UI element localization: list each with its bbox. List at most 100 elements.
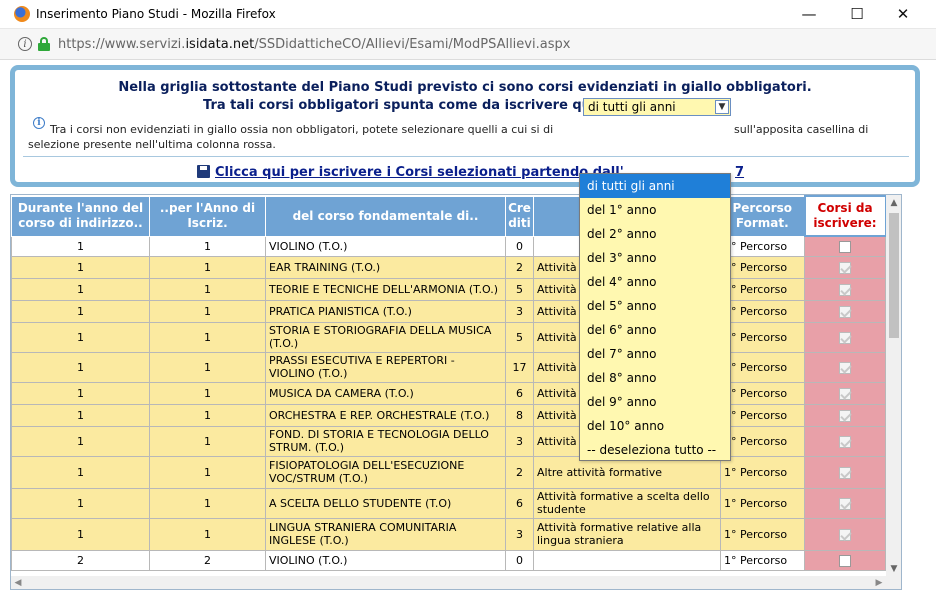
scroll-left-icon[interactable]: ◀ — [11, 576, 25, 589]
enroll-selected-link[interactable]: Clicca qui per iscrivere i Corsi selezio… — [215, 165, 624, 180]
cell-enrollment-year: 1 — [149, 255, 266, 279]
dropdown-option[interactable]: del 9° anno — [580, 390, 730, 414]
cell-credits: 0 — [505, 235, 534, 257]
dropdown-option[interactable]: del 10° anno — [580, 414, 730, 438]
enroll-checkbox-checked — [839, 435, 851, 448]
enroll-checkbox-checked — [839, 497, 851, 510]
table-body: 1 1 VIOLINO (T.O.) 0 1° Percorso 1 1 EAR TRAINI… — [11, 235, 886, 571]
scroll-right-icon[interactable]: ▶ — [872, 576, 886, 589]
year-select[interactable]: di tutti gli anni ▼ — [583, 98, 731, 116]
cell-course-name: FISIOPATOLOGIA DELL'ESECUZIONE VOC/STRUM… — [265, 455, 506, 489]
url-text[interactable]: https://www.servizi.isidata.net/SSDidatt… — [58, 37, 570, 52]
note-text-2: sull'apposita casellina di — [734, 123, 869, 136]
cell-training-path: 1° Percorso — [720, 255, 805, 279]
chevron-down-icon[interactable]: ▼ — [715, 100, 729, 114]
cell-enrollment-year: 1 — [149, 351, 266, 383]
cell-credits: 2 — [505, 455, 534, 489]
cell-enroll-checkbox — [804, 277, 886, 301]
cell-training-path: 1° Percorso — [720, 549, 805, 571]
table-row: 1 1 EAR TRAINING (T.O.) 2 Attività 1° Percors… — [11, 255, 886, 279]
cell-training-path: 1° Percorso — [720, 455, 805, 489]
cell-enrollment-year: 1 — [149, 517, 266, 551]
header-enrollment-year[interactable]: ..per l'Anno di Iscriz. — [149, 195, 266, 237]
cell-year-of-course: 1 — [11, 255, 150, 279]
study-plan-table: Durante l'anno del corso di indirizzo.. … — [11, 195, 887, 571]
table-row: 1 1 FISIOPATOLOGIA DELL'ESECUZIONE VOC/STR… — [11, 455, 886, 489]
cell-year-of-course: 1 — [11, 425, 150, 457]
window-edge — [924, 60, 936, 610]
cell-year-of-course: 1 — [11, 235, 150, 257]
cell-enroll-checkbox — [804, 299, 886, 323]
dropdown-option[interactable]: del 4° anno — [580, 270, 730, 294]
page-content: Nella griglia sottostante del Piano Stud… — [0, 60, 924, 610]
cell-year-of-course: 1 — [11, 517, 150, 551]
cell-enrollment-year: 1 — [149, 455, 266, 489]
save-icon[interactable] — [197, 165, 210, 178]
header-year-of-course[interactable]: Durante l'anno del corso di indirizzo.. — [11, 195, 150, 237]
dropdown-option[interactable]: del 8° anno — [580, 366, 730, 390]
dropdown-option[interactable]: del 6° anno — [580, 318, 730, 342]
enroll-checkbox-checked — [839, 305, 851, 318]
cell-course-name: PRATICA PIANISTICA (T.O.) — [265, 299, 506, 323]
header-training-path[interactable]: Percorso Format. — [720, 195, 805, 237]
cell-enrollment-year: 1 — [149, 235, 266, 257]
enroll-checkbox-checked — [839, 387, 851, 400]
cell-course-name: VIOLINO (T.O.) — [265, 235, 506, 257]
cell-credits: 0 — [505, 549, 534, 571]
cell-enrollment-year: 1 — [149, 299, 266, 323]
scroll-down-icon[interactable]: ▼ — [886, 561, 901, 577]
cell-credits: 8 — [505, 403, 534, 427]
enroll-checkbox[interactable] — [839, 554, 851, 567]
cell-year-of-course: 2 — [11, 549, 150, 571]
instructions-panel: Nella griglia sottostante del Piano Stud… — [10, 65, 920, 187]
enroll-checkbox[interactable] — [839, 240, 851, 253]
scroll-thumb[interactable] — [889, 213, 899, 338]
table-row: 1 1 LINGUA STRANIERA COMUNITARIA INGLESE (… — [11, 517, 886, 551]
header-credits[interactable]: Cre diti — [505, 195, 534, 237]
header-course-name[interactable]: del corso fondamentale di.. — [265, 195, 506, 237]
info-icon: i — [33, 117, 45, 129]
dropdown-option[interactable]: del 5° anno — [580, 294, 730, 318]
table-row: 1 1 PRASSI ESECUTIVA E REPERTORI - VIOLINO… — [11, 351, 886, 383]
cell-year-of-course: 1 — [11, 321, 150, 353]
address-bar[interactable]: i https://www.servizi.isidata.net/SSDida… — [0, 28, 936, 60]
dropdown-option[interactable]: del 7° anno — [580, 342, 730, 366]
close-button[interactable]: ✕ — [880, 0, 926, 28]
dropdown-option[interactable]: del 3° anno — [580, 246, 730, 270]
grid-vertical-scrollbar[interactable]: ▲ ▼ — [886, 195, 901, 577]
cell-training-path: 1° Percorso — [720, 351, 805, 383]
cell-credits: 3 — [505, 517, 534, 551]
cell-year-of-course: 1 — [11, 299, 150, 323]
table-row: 11A SCELTA DELLO STUDENTE (T.O) 6 Attività… — [11, 487, 886, 519]
cell-course-name: A SCELTA DELLO STUDENTE (T.O) — [265, 487, 506, 519]
cell-enroll-checkbox — [804, 549, 886, 571]
cell-course-name: MUSICA DA CAMERA (T.O.) — [265, 381, 506, 405]
minimize-button[interactable]: — — [786, 0, 832, 28]
enroll-checkbox-checked — [839, 331, 851, 344]
enroll-checkbox-checked — [839, 361, 851, 374]
lock-icon[interactable] — [38, 37, 50, 51]
cell-enrollment-year: 2 — [149, 549, 266, 571]
table-row: 2 2 VIOLINO (T.O.) 0 1° Percorso — [11, 549, 886, 571]
cell-enrollment-year: 1 — [149, 487, 266, 519]
cell-year-of-course: 1 — [11, 455, 150, 489]
dropdown-option[interactable]: del 1° anno — [580, 198, 730, 222]
dropdown-option[interactable]: del 2° anno — [580, 222, 730, 246]
cell-training-path: 1° Percorso — [720, 487, 805, 519]
cell-enroll-checkbox — [804, 321, 886, 353]
grid-horizontal-scrollbar[interactable]: ◀ ▶ — [11, 576, 901, 589]
table-header-row: Durante l'anno del corso di indirizzo.. … — [11, 195, 887, 237]
cell-credits: 2 — [505, 255, 534, 279]
cell-year-of-course: 1 — [11, 403, 150, 427]
maximize-button[interactable]: ☐ — [834, 0, 880, 28]
dropdown-option[interactable]: di tutti gli anni — [580, 174, 730, 198]
dropdown-option[interactable]: -- deseleziona tutto -- — [580, 438, 730, 462]
page-info-icon[interactable]: i — [18, 37, 32, 51]
firefox-logo-icon — [14, 6, 30, 22]
enroll-selected-link-end[interactable]: 7 — [735, 165, 744, 180]
cell-enroll-checkbox — [804, 351, 886, 383]
cell-course-name: VIOLINO (T.O.) — [265, 549, 506, 571]
scroll-up-icon[interactable]: ▲ — [886, 195, 901, 211]
cell-credits: 3 — [505, 299, 534, 323]
cell-course-name: ORCHESTRA E REP. ORCHESTRALE (T.O.) — [265, 403, 506, 427]
